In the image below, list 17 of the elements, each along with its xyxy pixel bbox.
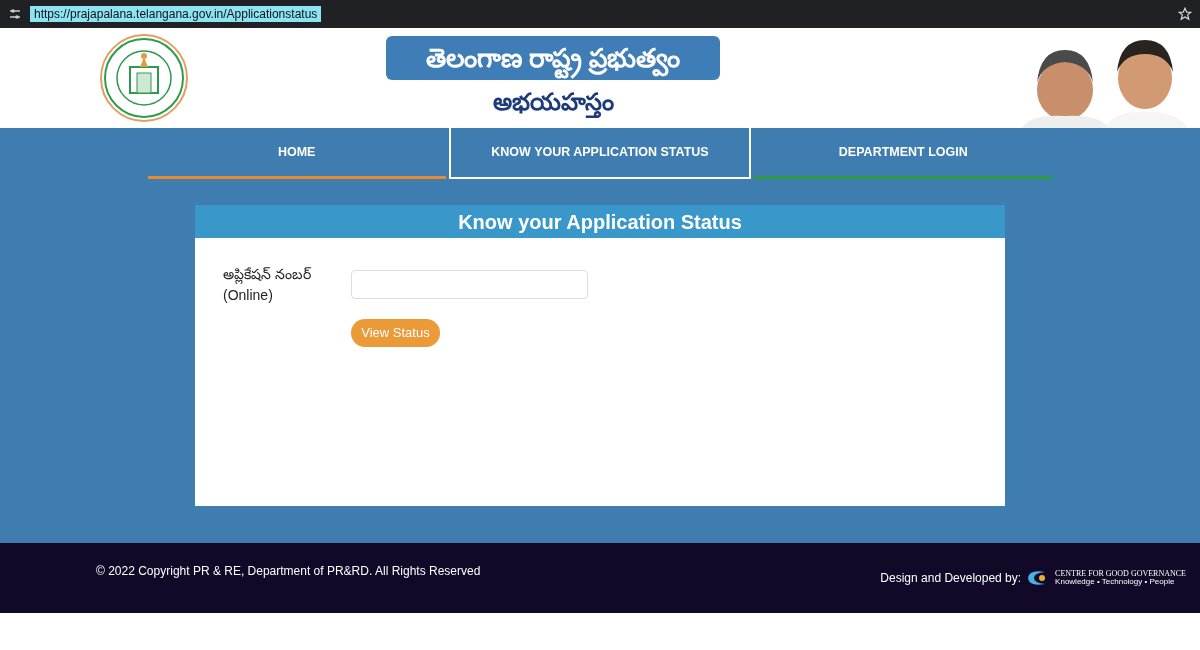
url-field[interactable]: https://prajapalana.telangana.gov.in/Applicationstatus bbox=[30, 6, 322, 22]
card-title: Know your Application Status bbox=[195, 205, 1005, 238]
nav-tab[interactable]: HOME bbox=[147, 128, 446, 179]
field-sublabel: (Online) bbox=[223, 286, 274, 305]
subtitle: అభయహస్తం bbox=[492, 84, 614, 120]
field-label: అప్లికేషన్ నంబర్ bbox=[223, 265, 312, 285]
application-number-input[interactable] bbox=[351, 270, 588, 299]
nav-tab[interactable]: DEPARTMENT LOGIN bbox=[754, 128, 1053, 179]
tune-icon[interactable] bbox=[8, 7, 22, 21]
org-name: CENTRE FOR GOOD GOVERNANCE bbox=[1055, 570, 1186, 578]
view-status-button[interactable]: View Status bbox=[351, 319, 440, 347]
copyright-text: © 2022 Copyright PR & RE, Department of PR&RD. All Rights Reserved bbox=[96, 563, 481, 580]
credit-text: Design and Developed by: bbox=[880, 570, 1022, 587]
nav-tab[interactable]: KNOW YOUR APPLICATION STATUS bbox=[448, 128, 752, 179]
star-icon[interactable] bbox=[1178, 7, 1192, 21]
title-banner: తెలంగాణ రాష్ట్ర ప్రభుత్వం bbox=[386, 36, 720, 80]
org-tagline: Knowledge • Technology • People bbox=[1055, 578, 1176, 586]
